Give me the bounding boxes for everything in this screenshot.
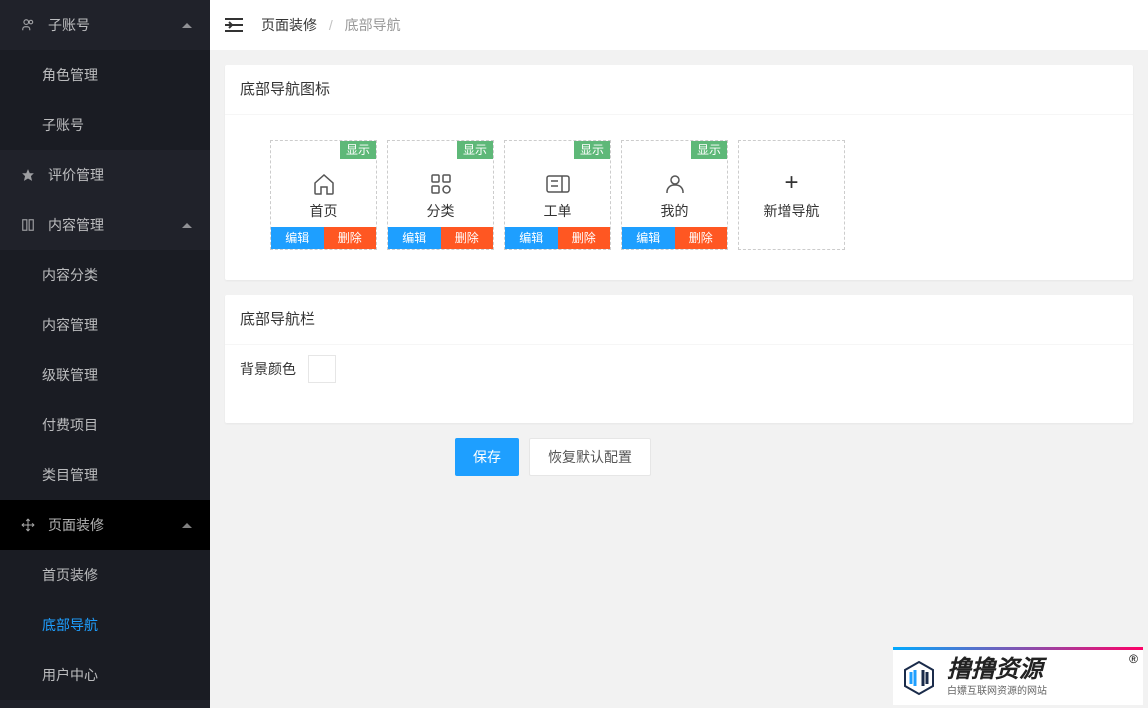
chevron-up-icon — [182, 23, 192, 28]
nav-item-category: 显示 分类 编辑 删除 — [387, 140, 494, 250]
nav-item-label: 首页 — [271, 201, 376, 221]
sidebar-item-home-deco[interactable]: 首页装修 — [0, 550, 210, 600]
registered-icon: ® — [1129, 652, 1138, 666]
breadcrumb-root[interactable]: 页面装修 — [261, 17, 317, 33]
edit-button[interactable]: 编辑 — [388, 227, 441, 249]
plus-icon: + — [784, 169, 798, 197]
sidebar-item-label: 子账号 — [48, 0, 90, 50]
sidebar-item-content-manage[interactable]: 内容管理 — [0, 300, 210, 350]
nav-item-label: 我的 — [622, 201, 727, 221]
sidebar-item-label: 评价管理 — [48, 150, 104, 200]
restore-button[interactable]: 恢复默认配置 — [529, 438, 651, 476]
watermark: 撸撸资源 白嫖互联网资源的网站 ® — [893, 647, 1143, 705]
content: 底部导航图标 显示 首页 编辑 删除 显示 — [210, 50, 1148, 521]
watermark-subtitle: 白嫖互联网资源的网站 — [947, 682, 1047, 697]
bg-color-row: 背景颜色 — [225, 345, 1133, 423]
ticket-icon — [505, 169, 610, 199]
grid-icon — [388, 169, 493, 199]
breadcrumb-current: 底部导航 — [345, 17, 401, 33]
bg-color-label: 背景颜色 — [240, 359, 296, 379]
move-icon — [20, 517, 36, 533]
sidebar-item-roles[interactable]: 角色管理 — [0, 50, 210, 100]
save-button[interactable]: 保存 — [455, 438, 519, 476]
sidebar-item-content-category[interactable]: 内容分类 — [0, 250, 210, 300]
edit-button[interactable]: 编辑 — [271, 227, 324, 249]
visible-badge: 显示 — [574, 141, 610, 159]
nav-items-list: 显示 首页 编辑 删除 显示 分类 — [225, 115, 1133, 280]
sidebar-item-paid[interactable]: 付费项目 — [0, 400, 210, 450]
breadcrumb-separator: / — [329, 17, 333, 33]
sidebar-item-reviews[interactable]: 评价管理 — [0, 150, 210, 200]
sidebar-item-subaccounts[interactable]: 子账号 — [0, 100, 210, 150]
book-icon — [20, 217, 36, 233]
color-picker[interactable] — [308, 355, 336, 383]
edit-button[interactable]: 编辑 — [622, 227, 675, 249]
person-icon — [622, 169, 727, 199]
nav-item-ticket: 显示 工单 编辑 删除 — [504, 140, 611, 250]
form-actions: 保存 恢复默认配置 — [225, 438, 1133, 506]
sidebar-item-label: 内容管理 — [48, 200, 104, 250]
main: 页面装修 / 底部导航 底部导航图标 显示 首页 编辑 删除 — [210, 0, 1148, 521]
star-icon — [20, 167, 36, 183]
delete-button[interactable]: 删除 — [558, 227, 611, 249]
chevron-up-icon — [182, 523, 192, 528]
breadcrumb: 页面装修 / 底部导航 — [261, 15, 401, 35]
visible-badge: 显示 — [691, 141, 727, 159]
sidebar-item-bottom-nav[interactable]: 底部导航 — [0, 600, 210, 650]
sidebar-item-subaccount[interactable]: 子账号 — [0, 0, 210, 50]
nav-icons-panel: 底部导航图标 显示 首页 编辑 删除 显示 — [225, 65, 1133, 280]
visible-badge: 显示 — [340, 141, 376, 159]
delete-button[interactable]: 删除 — [441, 227, 494, 249]
home-icon — [271, 169, 376, 199]
nav-item-label: 工单 — [505, 201, 610, 221]
sidebar: 子账号 角色管理 子账号 评价管理 内容管理 内容分类 内容管理 级联管理 付费… — [0, 0, 210, 708]
delete-button[interactable]: 删除 — [324, 227, 377, 249]
panel-title: 底部导航图标 — [225, 65, 1133, 115]
sidebar-item-label: 页面装修 — [48, 500, 104, 550]
nav-item-profile: 显示 我的 编辑 删除 — [621, 140, 728, 250]
add-nav-label: 新增导航 — [764, 201, 820, 221]
edit-button[interactable]: 编辑 — [505, 227, 558, 249]
visible-badge: 显示 — [457, 141, 493, 159]
sidebar-item-decoration[interactable]: 页面装修 — [0, 500, 210, 550]
user-icon — [20, 17, 36, 33]
chevron-up-icon — [182, 223, 192, 228]
menu-toggle-icon[interactable] — [225, 17, 243, 33]
add-nav-button[interactable]: + 新增导航 — [738, 140, 845, 250]
nav-bar-panel: 底部导航栏 背景颜色 — [225, 295, 1133, 423]
sidebar-item-content[interactable]: 内容管理 — [0, 200, 210, 250]
delete-button[interactable]: 删除 — [675, 227, 728, 249]
nav-item-label: 分类 — [388, 201, 493, 221]
nav-item-home: 显示 首页 编辑 删除 — [270, 140, 377, 250]
watermark-title: 撸撸资源 — [947, 658, 1047, 682]
watermark-logo-icon — [899, 658, 939, 698]
sidebar-item-cascade[interactable]: 级联管理 — [0, 350, 210, 400]
sidebar-item-catalog[interactable]: 类目管理 — [0, 450, 210, 500]
panel-title: 底部导航栏 — [225, 295, 1133, 345]
sidebar-item-user-center[interactable]: 用户中心 — [0, 650, 210, 700]
breadcrumb-bar: 页面装修 / 底部导航 — [210, 0, 1148, 50]
